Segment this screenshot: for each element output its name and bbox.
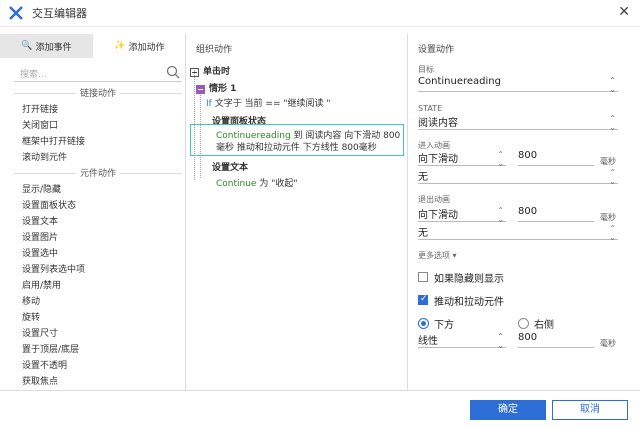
action-item-move[interactable]: 移动 [22,294,40,307]
action-title-set-text[interactable]: 设置文本 [212,160,248,173]
section-title: 元件动作 [75,166,121,179]
enter-duration-unit: 毫秒 [600,157,616,166]
search-input[interactable]: 搜索... [14,64,182,82]
organize-actions-pane: 组织动作 − 单击时 − 情形 1 If 文字于 当前 == "继续阅读 " 设置面… [186,34,408,390]
action-item-open-link[interactable]: 打开链接 [22,102,58,115]
action-detail-line2: 毫秒 推动和拉动元件 下方线性 800毫秒 [216,143,377,153]
cancel-button[interactable]: 取消 [552,400,628,420]
add-action-icon: ✨ [114,41,126,51]
target-select[interactable]: Continuereading ⌃ ⌄ [418,76,618,94]
search-icon[interactable] [166,65,180,79]
show-if-hidden-label: 如果隐藏则显示 [434,274,504,285]
action-item-bring-front-back[interactable]: 置于顶层/底层 [22,342,79,355]
enter-easing-value: 无 [418,172,428,183]
action-item-set-opacity[interactable]: 设置不透明 [22,358,67,371]
chevron-updown-icon: ⌃ ⌄ [609,76,616,94]
search-placeholder: 搜索... [20,70,47,80]
library-tabs: 🔍 添加事件 ✨ 添加动作 [0,34,186,58]
action-library-pane: 🔍 添加事件 ✨ 添加动作 搜索... 链接动作 打开链接 关闭窗口 框架中打开… [0,34,186,390]
push-easing-value: 线性 [418,336,438,347]
title-bar: 交互编辑器 ✕ [0,0,640,26]
dialog-footer: 确定 取消 [0,390,640,428]
action-item-open-in-frame[interactable]: 框架中打开链接 [22,134,85,147]
section-link-actions: 链接动作 [14,86,182,100]
window-title: 交互编辑器 [32,7,87,20]
exit-animation-label: 退出动画 [418,195,450,204]
target-label: 目标 [418,65,434,74]
add-event-icon: 🔍 [21,41,33,51]
chevron-updown-icon: ⌃ ⌄ [497,150,504,168]
push-pull-label: 推动和拉动元件 [434,297,504,308]
action-desc: 为 "收起" [256,179,298,189]
radio-right-label: 右侧 [534,320,554,331]
action-item-scroll-to[interactable]: 滚动到元件 [22,150,67,163]
radio-below-label: 下方 [434,320,454,331]
chevron-updown-icon: ⌃ ⌄ [609,168,616,186]
tab-add-event[interactable]: 🔍 添加事件 [0,34,93,58]
case-row[interactable]: − 情形 1 [196,81,236,94]
push-duration-value: 800 [518,332,538,343]
action-item-set-list-selected[interactable]: 设置列表选中项 [22,262,85,275]
action-detail-set-text[interactable]: Continue 为 "收起" [216,176,298,189]
action-item-set-image[interactable]: 设置图片 [22,230,58,243]
action-item-focus[interactable]: 获取焦点 [22,374,58,387]
state-label: STATE [418,104,443,113]
exit-easing-select[interactable]: 无 ⌃ ⌄ [418,224,618,242]
section-title: 链接动作 [75,86,121,99]
push-duration-unit: 毫秒 [600,339,616,348]
exit-animation-value: 向下滑动 [418,210,458,221]
show-if-hidden-checkbox[interactable] [418,272,428,282]
ok-button[interactable]: 确定 [470,400,546,420]
app-logo-icon [9,6,23,20]
state-select[interactable]: 阅读内容 ⌃ ⌄ [418,114,618,132]
chevron-updown-icon: ⌃ ⌄ [609,224,616,242]
event-label: 单击时 [203,67,231,77]
condition-row[interactable]: If 文字于 当前 == "继续阅读 " [206,96,331,109]
action-item-close-window[interactable]: 关闭窗口 [22,118,58,131]
collapse-icon[interactable]: − [196,85,205,94]
action-target: Continue [216,179,257,189]
case-label: 情形 1 [209,84,237,94]
more-options-toggle[interactable]: 更多选项 ▾ [418,250,457,261]
tab-add-action-label: 添加动作 [128,42,165,53]
chevron-updown-icon: ⌃ ⌄ [497,332,504,350]
configure-action-pane: 设置动作 目标 Continuereading ⌃ ⌄ STATE 阅读内容 ⌃ ⌄… [408,34,640,390]
event-row[interactable]: − 单击时 [190,64,230,77]
action-item-set-selected[interactable]: 设置选中 [22,246,58,259]
enter-duration-value: 800 [518,150,538,161]
action-item-show-hide[interactable]: 显示/隐藏 [22,182,61,195]
tab-add-action[interactable]: ✨ 添加动作 [93,34,186,58]
collapse-icon[interactable]: − [190,68,199,77]
exit-easing-value: 无 [418,228,428,239]
state-value: 阅读内容 [418,118,458,129]
push-duration-input[interactable]: 800 [518,332,594,348]
enter-easing-select[interactable]: 无 ⌃ ⌄ [418,168,618,186]
radio-below[interactable] [418,318,429,329]
chevron-updown-icon: ⌃ ⌄ [609,114,616,132]
exit-animation-select[interactable]: 向下滑动 ⌃ ⌄ [418,206,506,224]
chevron-updown-icon: ⌃ ⌄ [497,206,504,224]
exit-duration-value: 800 [518,206,538,217]
action-item-enable-disable[interactable]: 启用/禁用 [22,278,61,291]
tab-add-event-label: 添加事件 [35,42,72,53]
action-item-set-size[interactable]: 设置尺寸 [22,326,58,339]
pane-title: 组织动作 [196,45,233,55]
section-widget-actions: 元件动作 [14,166,182,180]
enter-animation-value: 向下滑动 [418,154,458,165]
push-pull-checkbox[interactable] [418,294,428,305]
condition-text: 文字于 当前 == "继续阅读 " [211,99,331,109]
close-icon[interactable]: ✕ [618,4,630,20]
enter-animation-select[interactable]: 向下滑动 ⌃ ⌄ [418,150,506,168]
exit-duration-unit: 毫秒 [600,213,616,222]
action-item-set-text[interactable]: 设置文本 [22,214,58,227]
radio-right[interactable] [518,318,529,329]
target-value: Continuereading [418,76,501,87]
action-item-rotate[interactable]: 旋转 [22,310,40,323]
push-easing-select[interactable]: 线性 ⌃ ⌄ [418,332,506,350]
exit-duration-input[interactable]: 800 [518,206,594,222]
pane-title: 设置动作 [418,45,455,55]
action-item-set-panel-state[interactable]: 设置面板状态 [22,198,76,211]
enter-duration-input[interactable]: 800 [518,150,594,166]
